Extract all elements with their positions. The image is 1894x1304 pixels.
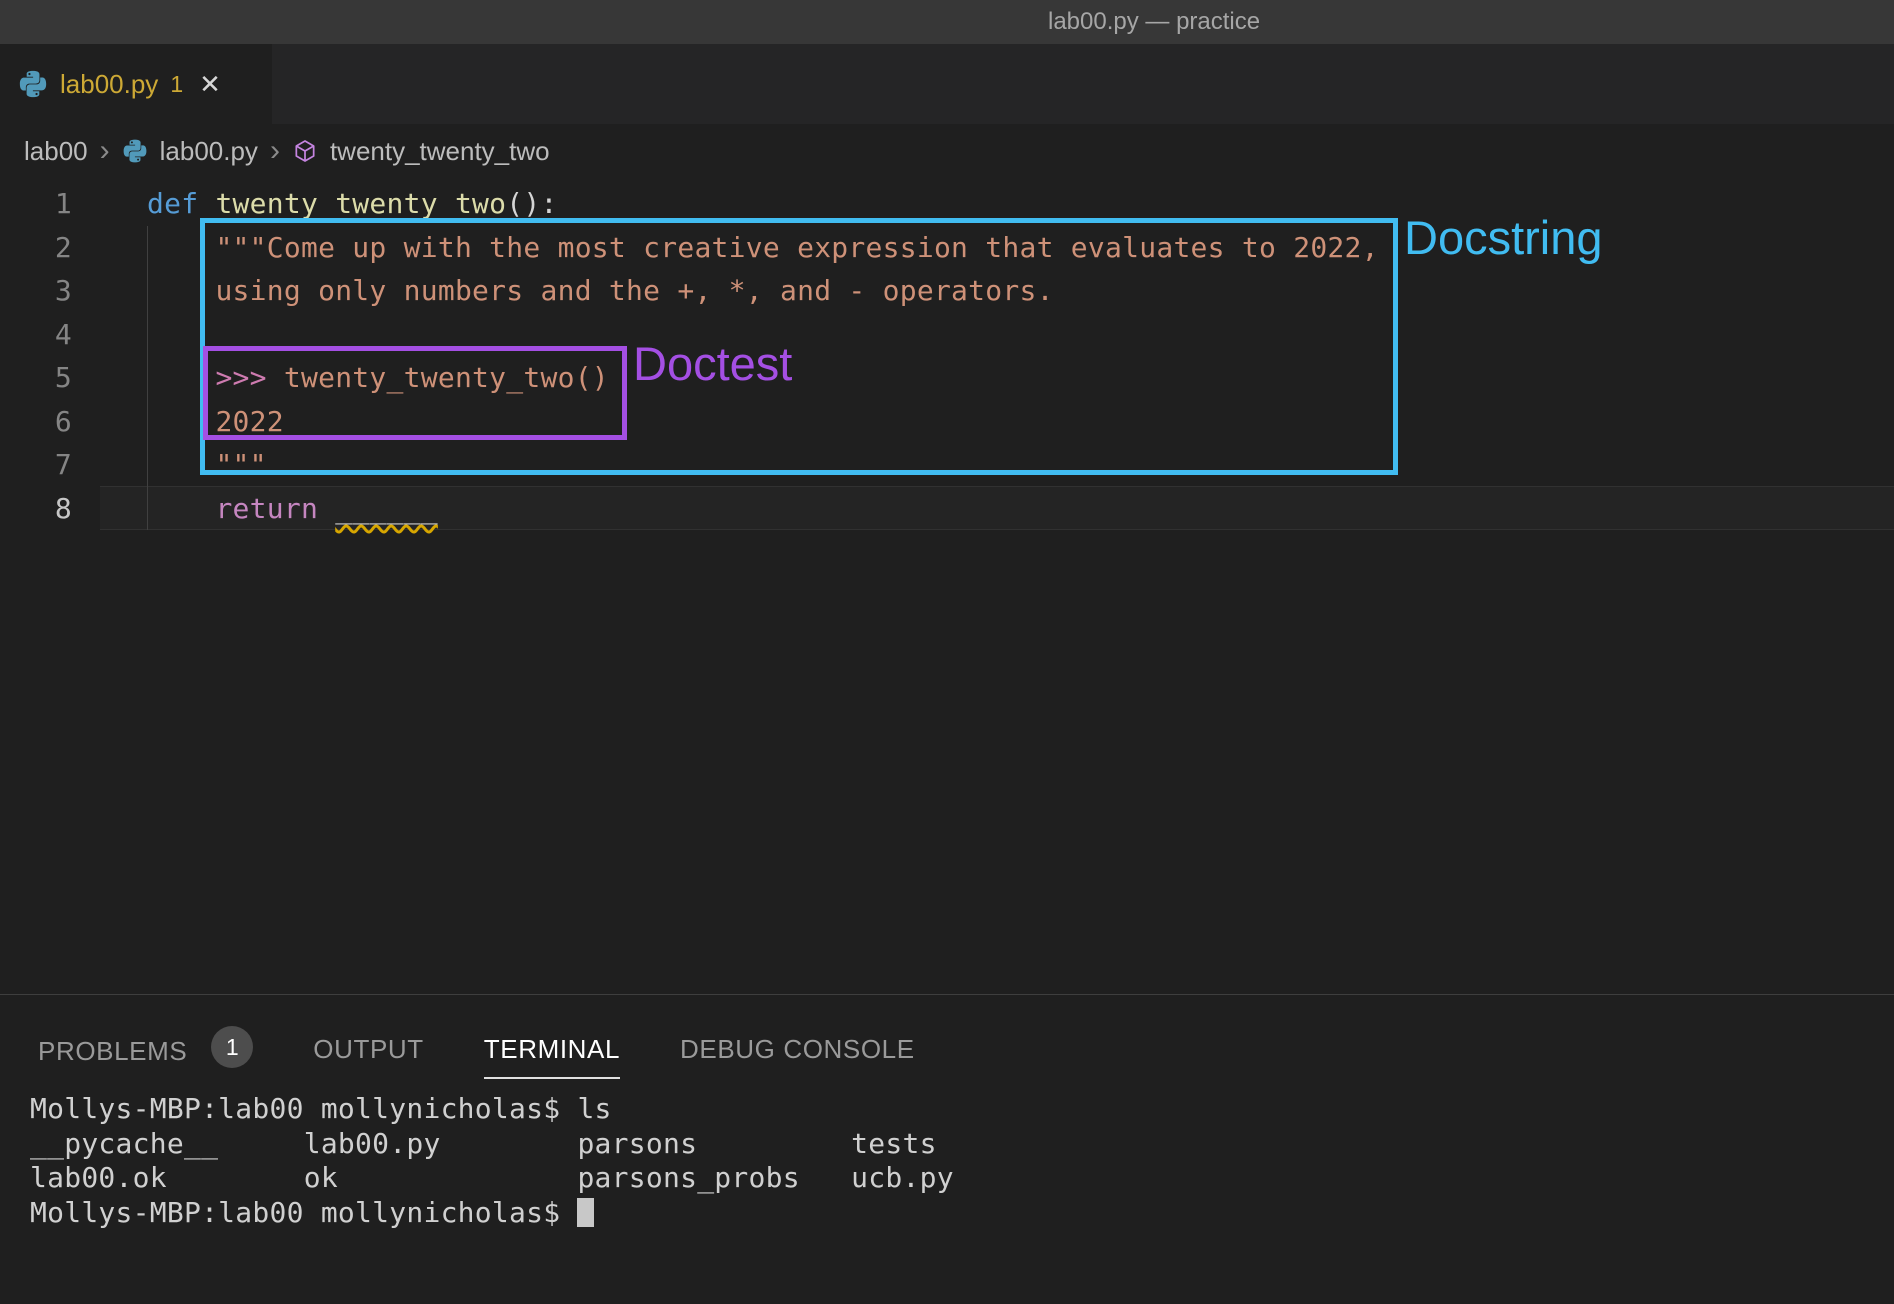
close-icon[interactable]: ✕ [199, 69, 221, 100]
tab-output[interactable]: OUTPUT [313, 1034, 423, 1077]
breadcrumb-folder[interactable]: lab00 [24, 136, 88, 167]
terminal-output[interactable]: Mollys-MBP:lab00 mollynicholas$ ls __pyc… [30, 1092, 954, 1230]
terminal-cursor[interactable] [577, 1198, 594, 1227]
tab-terminal[interactable]: TERMINAL [484, 1034, 620, 1079]
python-icon [18, 69, 48, 99]
doctest-annotation-box [203, 346, 627, 440]
line-number: 8 [0, 487, 72, 531]
editor-tab-strip: lab00.py 1 ✕ [0, 44, 1894, 124]
tab-problem-count: 1 [170, 71, 183, 98]
code-line-8[interactable]: 8 return ______ [0, 487, 1894, 531]
line-number: 5 [0, 356, 72, 400]
terminal-line: __pycache__ lab00.py parsons tests [30, 1127, 954, 1162]
chevron-right-icon: › [100, 138, 110, 164]
code-text: return ______ [147, 487, 438, 531]
breadcrumb: lab00 › lab00.py › twenty_twenty_two [0, 124, 1894, 178]
docstring-annotation-label: Docstring [1404, 210, 1603, 265]
terminal-line: lab00.ok ok parsons_probs ucb.py [30, 1161, 954, 1196]
tab-debug-console[interactable]: DEBUG CONSOLE [680, 1034, 915, 1077]
window-title: lab00.py — practice [1048, 8, 1260, 36]
line-number: 7 [0, 443, 72, 487]
tab-debug-console-label: DEBUG CONSOLE [680, 1034, 915, 1065]
tab-problems[interactable]: PROBLEMS 1 [38, 1034, 253, 1080]
line-number: 1 [0, 182, 72, 226]
tab-terminal-label: TERMINAL [484, 1034, 620, 1065]
breadcrumb-symbol[interactable]: twenty_twenty_two [330, 136, 550, 167]
doctest-annotation-label: Doctest [633, 336, 792, 391]
tab-problems-label: PROBLEMS [38, 1036, 187, 1067]
line-number: 3 [0, 269, 72, 313]
panel-tab-bar: PROBLEMS 1 OUTPUT TERMINAL DEBUG CONSOLE [38, 1034, 915, 1080]
python-icon [122, 138, 148, 164]
line-number: 4 [0, 313, 72, 357]
title-bar: lab00.py — practice [0, 0, 1894, 44]
tab-lab00py[interactable]: lab00.py 1 ✕ [0, 44, 272, 124]
terminal-line: Mollys-MBP:lab00 mollynicholas$ ls [30, 1092, 954, 1127]
symbol-cube-icon [292, 138, 318, 164]
terminal-prompt-line: Mollys-MBP:lab00 mollynicholas$ [30, 1196, 954, 1231]
chevron-right-icon: › [270, 138, 280, 164]
problems-count-badge: 1 [211, 1026, 253, 1068]
panel-divider [0, 994, 1894, 995]
breadcrumb-file[interactable]: lab00.py [160, 136, 258, 167]
line-number: 6 [0, 400, 72, 444]
tab-output-label: OUTPUT [313, 1034, 423, 1065]
line-number: 2 [0, 226, 72, 270]
tab-filename: lab00.py [60, 69, 158, 100]
